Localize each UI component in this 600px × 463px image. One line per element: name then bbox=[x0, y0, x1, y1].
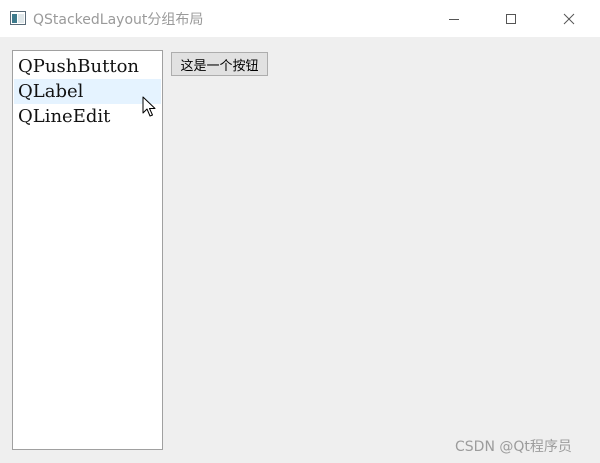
stack-page-button[interactable]: 这是一个按钮 bbox=[171, 52, 268, 76]
app-icon bbox=[10, 11, 26, 25]
watermark-text: CSDN @Qt程序员 bbox=[455, 439, 572, 455]
client-area: QPushButton QLabel QLineEdit 这是一个按钮 CSDN… bbox=[0, 37, 600, 463]
close-icon bbox=[563, 13, 575, 24]
maximize-button[interactable] bbox=[488, 0, 534, 37]
list-item-qlineedit[interactable]: QLineEdit bbox=[14, 104, 161, 129]
list-item-qpushbutton[interactable]: QPushButton bbox=[14, 54, 161, 79]
list-item-qlabel[interactable]: QLabel bbox=[14, 79, 161, 104]
maximize-icon bbox=[506, 13, 516, 24]
title-bar[interactable]: QStackedLayout分组布局 bbox=[0, 0, 600, 37]
close-button[interactable] bbox=[546, 0, 592, 37]
app-window: QStackedLayout分组布局 QPushButton QLabel QL… bbox=[0, 0, 600, 463]
mouse-cursor-icon bbox=[142, 96, 156, 117]
page-list[interactable]: QPushButton QLabel QLineEdit bbox=[12, 50, 163, 450]
minimize-icon bbox=[449, 18, 459, 20]
minimize-button[interactable] bbox=[431, 0, 477, 37]
window-title: QStackedLayout分组布局 bbox=[33, 12, 204, 28]
